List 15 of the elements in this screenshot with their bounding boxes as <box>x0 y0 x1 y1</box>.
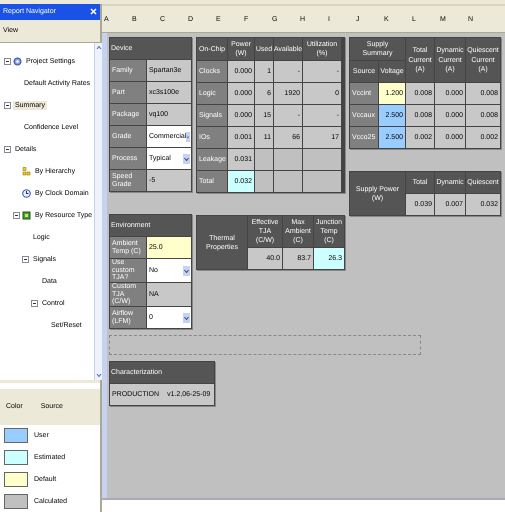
chip-icon <box>22 211 31 220</box>
close-icon[interactable] <box>90 8 97 16</box>
collapse-icon[interactable] <box>4 146 11 154</box>
hierarchy-icon <box>22 167 31 176</box>
collapse-icon[interactable] <box>4 102 11 110</box>
clock-icon <box>22 189 31 198</box>
collapse-icon[interactable] <box>22 256 29 264</box>
collapse-icon[interactable] <box>31 300 38 308</box>
collapse-icon[interactable] <box>4 58 11 66</box>
caret-icon <box>183 312 190 323</box>
caret-icon <box>186 132 190 142</box>
gear-icon <box>13 57 22 66</box>
caret-icon <box>183 154 190 164</box>
collapse-icon[interactable] <box>13 212 20 220</box>
caret-icon <box>183 266 190 276</box>
